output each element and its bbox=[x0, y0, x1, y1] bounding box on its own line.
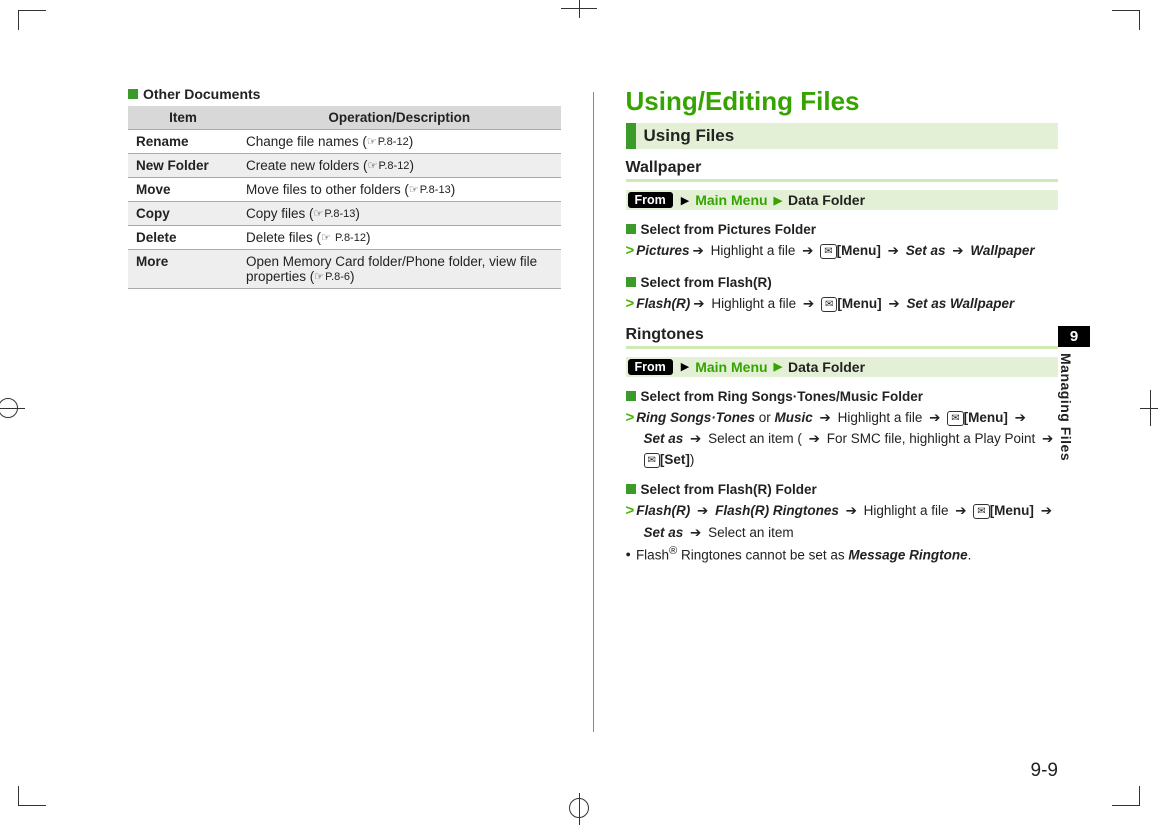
page-ref-icon: P.8-12 bbox=[321, 231, 366, 244]
column-divider bbox=[593, 92, 594, 732]
other-documents-label: Other Documents bbox=[143, 86, 260, 102]
table-row: Move Move files to other folders (P.8-13… bbox=[128, 178, 561, 202]
chevron-icon: > bbox=[626, 502, 635, 519]
square-bullet-icon bbox=[626, 391, 636, 401]
main-menu-label: Main Menu bbox=[695, 192, 767, 208]
page-number: 9-9 bbox=[1031, 760, 1058, 782]
table-row: More Open Memory Card folder/Phone folde… bbox=[128, 250, 561, 289]
col-item: Item bbox=[128, 106, 238, 130]
cell-item: Delete bbox=[128, 226, 238, 250]
col-desc: Operation/Description bbox=[238, 106, 561, 130]
reg-mark-right bbox=[1140, 390, 1158, 426]
left-column: Other Documents Item Operation/Descripti… bbox=[128, 86, 561, 700]
mail-key-icon: ✉ bbox=[947, 411, 963, 426]
cell-item: More bbox=[128, 250, 238, 289]
table-row: Delete Delete files ( P.8-12) bbox=[128, 226, 561, 250]
cell-item: Copy bbox=[128, 202, 238, 226]
page-content: Other Documents Item Operation/Descripti… bbox=[0, 0, 1158, 740]
from-path: From ▶ Main Menu ▶ Data Folder bbox=[626, 357, 1059, 377]
page-ref-icon: P.8-12 bbox=[368, 159, 410, 172]
crop-mark-tr bbox=[1112, 10, 1140, 30]
reg-mark-bottom bbox=[569, 798, 589, 818]
chevron-icon: > bbox=[626, 409, 635, 426]
square-bullet-icon bbox=[626, 484, 636, 494]
chapter-label: Managing Files bbox=[1058, 353, 1074, 461]
page-ref-icon: P.8-12 bbox=[367, 135, 409, 148]
mail-key-icon: ✉ bbox=[820, 244, 836, 259]
square-bullet-icon bbox=[626, 224, 636, 234]
instruction-block: Select from Pictures Folder >Pictures➔ H… bbox=[626, 220, 1059, 263]
cell-desc: Change file names (P.8-12) bbox=[238, 130, 561, 154]
chevron-icon: > bbox=[626, 295, 635, 312]
crop-mark-tl bbox=[18, 10, 46, 30]
triangle-icon: ▶ bbox=[681, 194, 689, 207]
crop-mark-bl bbox=[18, 786, 46, 806]
cell-desc: Create new folders (P.8-12) bbox=[238, 154, 561, 178]
table-row: Rename Change file names (P.8-12) bbox=[128, 130, 561, 154]
cell-item: Move bbox=[128, 178, 238, 202]
page-ref-icon: P.8-13 bbox=[314, 207, 356, 220]
cell-desc: Move files to other folders (P.8-13) bbox=[238, 178, 561, 202]
from-badge: From bbox=[628, 192, 673, 208]
page-ref-icon: P.8-6 bbox=[314, 270, 350, 283]
triangle-icon: ▶ bbox=[774, 360, 782, 373]
cell-item: New Folder bbox=[128, 154, 238, 178]
triangle-icon: ▶ bbox=[774, 194, 782, 207]
table-row: Copy Copy files (P.8-13) bbox=[128, 202, 561, 226]
page-ref-icon: P.8-13 bbox=[409, 183, 451, 196]
cell-item: Rename bbox=[128, 130, 238, 154]
mail-key-icon: ✉ bbox=[973, 504, 989, 519]
from-badge: From bbox=[628, 359, 673, 375]
instruction-block: Select from Flash(R) Folder >Flash(R) ➔ … bbox=[626, 480, 1059, 566]
cell-desc: Delete files ( P.8-12) bbox=[238, 226, 561, 250]
crop-mark-br bbox=[1112, 786, 1140, 806]
section-band: Using Files bbox=[626, 123, 1059, 149]
chevron-icon: > bbox=[626, 242, 635, 259]
square-bullet-icon bbox=[128, 89, 138, 99]
table-row: New Folder Create new folders (P.8-12) bbox=[128, 154, 561, 178]
right-column: Using/Editing Files Using Files Wallpape… bbox=[626, 86, 1059, 700]
instruction-block: Select from Flash(R) >Flash(R)➔ Highligh… bbox=[626, 273, 1059, 316]
mail-key-icon: ✉ bbox=[821, 297, 837, 312]
page-title: Using/Editing Files bbox=[626, 86, 1059, 117]
main-menu-label: Main Menu bbox=[695, 359, 767, 375]
cell-desc: Copy files (P.8-13) bbox=[238, 202, 561, 226]
triangle-icon: ▶ bbox=[681, 360, 689, 373]
operations-table: Item Operation/Description Rename Change… bbox=[128, 106, 561, 289]
ringtones-heading: Ringtones bbox=[626, 326, 1059, 349]
reg-mark-top bbox=[561, 0, 597, 18]
note-bullet: Flash® Ringtones cannot be set as Messag… bbox=[626, 543, 1059, 566]
mail-key-icon: ✉ bbox=[644, 453, 660, 468]
square-bullet-icon bbox=[626, 277, 636, 287]
data-folder-label: Data Folder bbox=[788, 359, 865, 375]
wallpaper-heading: Wallpaper bbox=[626, 159, 1059, 182]
section-label: Other Documents bbox=[128, 86, 561, 102]
data-folder-label: Data Folder bbox=[788, 192, 865, 208]
chapter-number: 9 bbox=[1058, 326, 1090, 347]
cell-desc: Open Memory Card folder/Phone folder, vi… bbox=[238, 250, 561, 289]
instruction-block: Select from Ring Songs·Tones/Music Folde… bbox=[626, 387, 1059, 470]
from-path: From ▶ Main Menu ▶ Data Folder bbox=[626, 190, 1059, 210]
chapter-tab: 9 Managing Files bbox=[1058, 326, 1090, 461]
